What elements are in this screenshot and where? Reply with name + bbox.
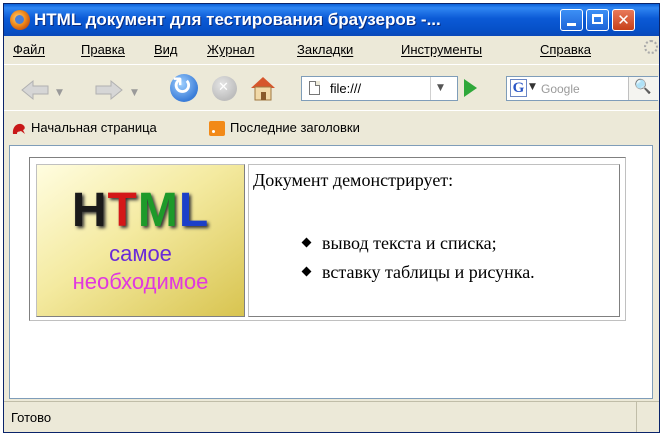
status-text: Готово xyxy=(11,410,52,425)
page-content: HTML самое необходимое Документ демонстр… xyxy=(9,145,653,399)
menu-tools[interactable]: Инструменты xyxy=(401,42,482,57)
page-icon xyxy=(309,81,320,95)
title-bar: HTML документ для тестирования браузеров… xyxy=(4,4,659,36)
google-engine-icon[interactable]: G xyxy=(510,79,527,97)
rss-icon xyxy=(209,121,225,136)
menu-view[interactable]: Вид xyxy=(154,42,178,57)
close-icon: ✕ xyxy=(617,11,630,29)
logo-line1: самое xyxy=(109,241,172,266)
forward-arrow-icon xyxy=(95,79,123,101)
bookmarks-toolbar: Начальная страница Последние заголовки xyxy=(4,110,659,145)
close-button[interactable]: ✕ xyxy=(612,9,635,31)
search-bar[interactable]: G ▼ Google xyxy=(506,76,659,101)
minimize-icon xyxy=(567,23,576,26)
resize-grip-icon[interactable] xyxy=(636,402,659,432)
intro-text: Документ демонстрирует: xyxy=(253,170,454,190)
engine-dropdown-icon[interactable]: ▼ xyxy=(529,82,536,92)
list-item-text: вставку таблицы и рисунка. xyxy=(322,262,535,282)
back-history-dropdown-icon[interactable]: ▼ xyxy=(56,88,63,98)
bullet-icon xyxy=(301,266,312,277)
menu-file[interactable]: Файл xyxy=(13,42,45,57)
back-button[interactable] xyxy=(20,79,50,101)
window-title: HTML документ для тестирования браузеров… xyxy=(34,10,441,29)
minimize-button[interactable] xyxy=(560,9,583,31)
html-logo-image: HTML самое необходимое xyxy=(36,164,245,317)
maximize-button[interactable] xyxy=(586,9,609,31)
list-item: вывод текста и списка; xyxy=(301,233,497,254)
content-table: HTML самое необходимое Документ демонстр… xyxy=(29,157,626,321)
logo-letter: L xyxy=(178,184,210,237)
stop-button[interactable] xyxy=(212,76,237,101)
maximize-icon xyxy=(592,14,603,24)
menu-help[interactable]: Справка xyxy=(540,42,591,57)
url-dropdown-button[interactable]: ▼ xyxy=(430,77,450,100)
bookmark-start-page[interactable]: Начальная страница xyxy=(31,120,157,135)
home-button[interactable] xyxy=(248,73,278,103)
logo-html-text: HTML xyxy=(37,185,244,237)
logo-letter: H xyxy=(71,184,108,237)
url-bar[interactable]: file:/// ▼ xyxy=(301,76,458,101)
status-bar: Готово xyxy=(4,401,659,432)
menu-bookmarks[interactable]: Закладки xyxy=(297,42,353,57)
list-item: вставку таблицы и рисунка. xyxy=(301,262,535,283)
go-button[interactable] xyxy=(464,79,477,97)
search-input[interactable]: Google xyxy=(541,82,580,96)
url-input[interactable]: file:/// xyxy=(330,81,361,96)
menu-history[interactable]: Журнал xyxy=(207,42,254,57)
start-page-icon xyxy=(12,123,25,134)
reload-button[interactable] xyxy=(170,72,198,102)
list-item-text: вывод текста и списка; xyxy=(322,233,497,253)
text-cell: Документ демонстрирует: вывод текста и с… xyxy=(248,164,620,317)
back-arrow-icon xyxy=(21,79,49,101)
browser-window: HTML документ для тестирования браузеров… xyxy=(3,3,660,433)
logo-letter: M xyxy=(137,184,179,237)
navigation-toolbar: ▼ ▼ file:/// ▼ G ▼ Google xyxy=(4,64,659,111)
bookmark-latest-headlines[interactable]: Последние заголовки xyxy=(230,120,360,135)
logo-line2: необходимое xyxy=(72,269,209,294)
menu-edit[interactable]: Правка xyxy=(81,42,125,57)
forward-history-dropdown-icon[interactable]: ▼ xyxy=(131,88,138,98)
search-button[interactable] xyxy=(628,77,659,100)
firefox-icon xyxy=(10,10,30,30)
throbber-icon xyxy=(644,40,658,54)
logo-letter: T xyxy=(107,184,138,237)
home-icon xyxy=(251,77,275,101)
menu-bar: Файл Правка Вид Журнал Закладки Инструме… xyxy=(4,36,659,64)
forward-button[interactable] xyxy=(94,79,124,101)
bullet-icon xyxy=(301,237,312,248)
